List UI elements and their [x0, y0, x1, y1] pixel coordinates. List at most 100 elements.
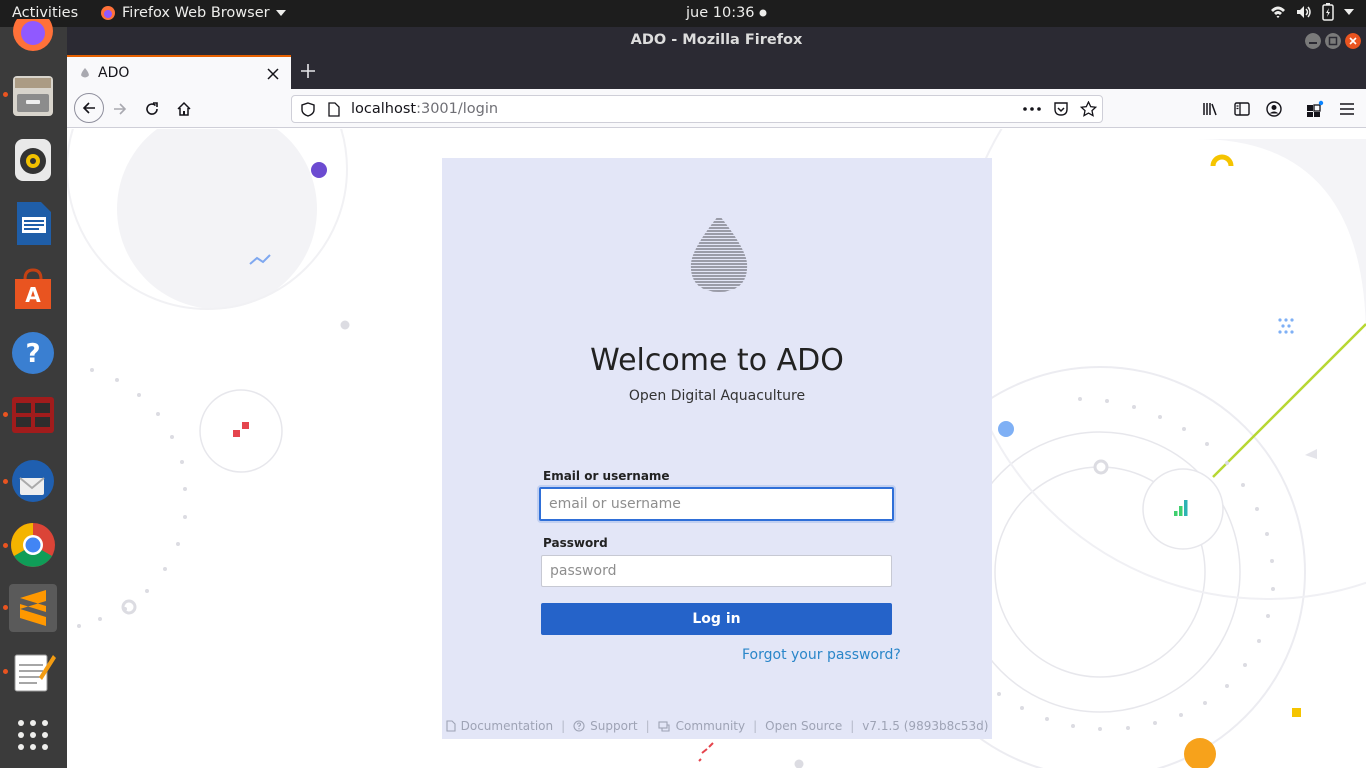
arrow-left-icon [82, 102, 95, 114]
password-label: Password [543, 536, 608, 550]
running-indicator [3, 479, 8, 484]
support-link[interactable]: Support [573, 719, 638, 733]
question-circle-icon [573, 720, 585, 732]
home-button[interactable] [172, 97, 196, 121]
reload-button[interactable] [140, 97, 164, 121]
tab-ado[interactable]: ADO [67, 55, 291, 89]
open-menu-button[interactable] [1335, 97, 1359, 121]
running-indicator [3, 669, 8, 674]
forgot-password-link[interactable]: Forgot your password? [742, 647, 901, 663]
decorative-dot [1184, 738, 1216, 768]
comments-icon [658, 720, 670, 732]
thunderbird-icon [12, 460, 54, 502]
dock-sublime-text[interactable] [9, 584, 57, 632]
decorative-arc [1210, 154, 1234, 167]
forward-button[interactable] [108, 97, 132, 121]
battery-icon [1322, 3, 1334, 21]
decorative-square [1292, 708, 1301, 717]
dock-software[interactable]: A [9, 265, 57, 313]
clock-label: jue 10:36 [686, 5, 755, 21]
email-label: Email or username [543, 469, 670, 483]
notification-dot-icon [759, 9, 767, 17]
wifi-icon [1271, 6, 1285, 18]
login-card: Welcome to ADO Open Digital Aquaculture … [442, 158, 992, 739]
dock-text-editor[interactable] [9, 647, 57, 695]
dock-files[interactable] [9, 71, 57, 119]
footer-separator: | [645, 719, 650, 733]
dock-terminal-app[interactable] [9, 391, 57, 439]
dock-help[interactable]: ? [9, 329, 57, 377]
welcome-subtitle: Open Digital Aquaculture [628, 388, 806, 404]
system-tray[interactable] [1270, 3, 1354, 21]
version-label: v7.1.5 (9893b8c53d) [862, 719, 989, 733]
dock-rhythmbox[interactable] [9, 135, 57, 183]
dock-thunderbird[interactable] [9, 457, 57, 505]
more-actions-icon[interactable] [1023, 107, 1041, 111]
dock-firefox[interactable] [9, 19, 57, 55]
footer-separator: | [850, 719, 855, 733]
extensions-icon [1307, 100, 1324, 117]
support-label: Support [590, 719, 638, 733]
minimize-icon[interactable] [1305, 33, 1321, 49]
dock: A ? [0, 19, 67, 768]
chevron-down-icon [1344, 9, 1354, 15]
page-viewport: Welcome to ADO Open Digital Aquaculture … [67, 129, 1366, 768]
community-label: Community [675, 719, 746, 733]
window-title-bar[interactable]: ADO - Mozilla Firefox [67, 27, 1366, 55]
file-cabinet-icon [13, 76, 53, 116]
bookmark-star-icon[interactable] [1080, 101, 1097, 117]
url-host: localhost [351, 101, 417, 117]
maximize-icon[interactable] [1325, 33, 1341, 49]
account-icon [1266, 101, 1282, 117]
app-grid-icon [18, 720, 48, 750]
background-blob [1197, 139, 1366, 339]
reload-icon [146, 102, 158, 115]
decorative-dot [1093, 459, 1109, 475]
firefox-icon [13, 19, 53, 51]
decorative-dot [340, 320, 350, 330]
close-icon[interactable] [1345, 33, 1361, 49]
running-indicator [3, 605, 8, 610]
account-button[interactable] [1262, 97, 1286, 121]
footer-separator: | [561, 719, 566, 733]
clock[interactable]: jue 10:36 [686, 5, 767, 21]
decorative-dot [121, 599, 137, 615]
app-menu[interactable]: Firefox Web Browser [100, 5, 286, 21]
new-tab-icon[interactable] [300, 63, 316, 79]
documentation-link[interactable]: Documentation [446, 719, 553, 733]
sublime-text-icon [20, 590, 46, 626]
decorative-dot [998, 421, 1014, 437]
system-top-bar: Activities Firefox Web Browser jue 10:36 [0, 0, 1366, 27]
background-blob [117, 129, 317, 309]
shield-icon[interactable] [301, 102, 315, 117]
show-applications-button[interactable] [9, 711, 57, 759]
extensions-button[interactable] [1303, 97, 1327, 121]
background-ring [1142, 468, 1224, 550]
password-input[interactable] [541, 555, 892, 587]
open-source-link[interactable]: Open Source [765, 719, 842, 733]
tab-title: ADO [98, 65, 130, 81]
dotted-arc [77, 368, 187, 628]
email-input[interactable] [539, 487, 894, 521]
decorative-line [1212, 323, 1366, 478]
footer-separator: | [753, 719, 758, 733]
back-button[interactable] [74, 93, 104, 123]
terminal-icon [12, 397, 54, 433]
dock-libreoffice-writer[interactable] [9, 199, 57, 247]
community-link[interactable]: Community [658, 719, 745, 733]
close-tab-icon[interactable] [267, 68, 279, 80]
document-icon [17, 202, 51, 245]
notepad-icon [14, 654, 56, 692]
library-button[interactable] [1198, 97, 1222, 121]
dot-grid-icon [1278, 318, 1294, 334]
dock-chrome[interactable] [9, 521, 57, 569]
home-icon [177, 101, 191, 116]
page-icon[interactable] [328, 102, 340, 117]
address-bar[interactable]: localhost:3001/login [291, 95, 1103, 123]
pocket-icon[interactable] [1053, 101, 1069, 117]
decorative-square [242, 422, 249, 429]
chevron-down-icon [275, 10, 286, 16]
library-icon [1203, 103, 1217, 116]
login-button[interactable]: Log in [541, 603, 892, 635]
sidebar-button[interactable] [1230, 97, 1254, 121]
